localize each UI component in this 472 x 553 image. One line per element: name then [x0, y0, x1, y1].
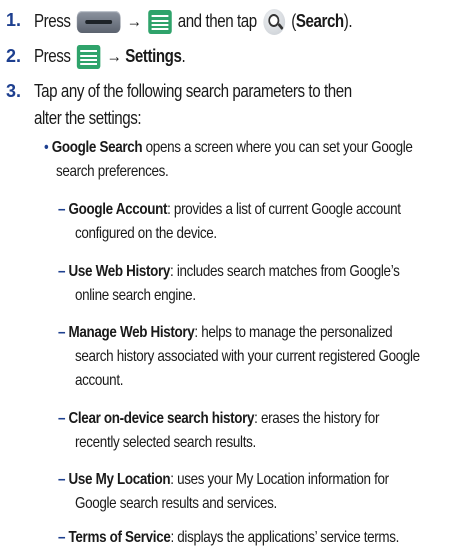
list-item-clear-history: – Clear on-device search history: erases… — [58, 409, 379, 429]
item-line-2: recently selected search results. — [75, 434, 256, 451]
item-term: Use Web History — [68, 263, 171, 280]
item-line-3: account. — [75, 372, 124, 389]
item-term: Google Account — [68, 201, 168, 218]
bullet-google-search: • Google Search opens a screen where you… — [44, 138, 413, 158]
arrow-text: → — [126, 10, 142, 31]
step-number: 1. — [6, 10, 22, 30]
item-text: : includes search matches from Google’s — [170, 263, 400, 280]
menu-key-icon — [147, 10, 172, 34]
home-key-icon — [76, 11, 121, 33]
instructions-page: 1. Press → and then tap (Search). 2. Pre… — [0, 0, 472, 553]
item-text: : displays the applications’ service ter… — [170, 529, 400, 546]
bullet-text: opens a screen where you can set your Go… — [145, 139, 413, 156]
list-item-use-web-history: – Use Web History: includes search match… — [58, 262, 400, 282]
item-term: Clear on-device search history — [68, 410, 255, 427]
search-label: Search — [295, 10, 344, 31]
dash: – — [58, 324, 66, 341]
item-line-2: online search engine. — [75, 287, 196, 304]
step-3-line-1: Tap any of the following search paramete… — [34, 81, 352, 101]
settings-label: Settings — [125, 46, 182, 66]
step-number: 3. — [6, 81, 22, 101]
press-text: Press — [34, 46, 71, 66]
item-text: : provides a list of current Google acco… — [167, 201, 401, 218]
dash: – — [58, 201, 66, 218]
paren-close: ). — [343, 10, 353, 31]
step-number: 2. — [6, 46, 22, 66]
list-item-use-my-location: – Use My Location: uses your My Location… — [58, 470, 389, 490]
press-text: Press — [34, 10, 71, 31]
step-1: Press → and then tap (Search). — [34, 9, 353, 35]
item-text: : helps to manage the personalized — [194, 324, 393, 341]
list-item-manage-web-history: – Manage Web History: helps to manage th… — [58, 323, 393, 343]
item-text: : erases the history for — [254, 410, 380, 427]
item-line-2: configured on the device. — [75, 225, 217, 242]
list-item-terms-of-service: – Terms of Service: displays the applica… — [58, 528, 399, 548]
item-term: Manage Web History — [68, 324, 195, 341]
dash: – — [58, 263, 66, 280]
list-item-google-account: – Google Account: provides a list of cur… — [58, 200, 401, 220]
arrow-text: → — [106, 46, 122, 66]
item-term: Terms of Service — [68, 529, 171, 546]
bullet-term: Google Search — [51, 139, 143, 156]
dash: – — [58, 471, 66, 488]
menu-key-icon — [76, 45, 101, 70]
search-icon — [263, 9, 285, 35]
bullet-line-2: search preferences. — [56, 163, 169, 180]
and-then-tap-text: and then tap — [177, 10, 257, 31]
item-line-2: search history associated with your curr… — [75, 348, 420, 365]
dash: – — [58, 529, 66, 546]
step-3-line-2: alter the settings: — [34, 108, 142, 128]
item-text: : uses your My Location information for — [170, 471, 389, 488]
bullet-marker: • — [44, 139, 49, 156]
period: . — [181, 46, 186, 66]
item-line-2: Google search results and services. — [75, 495, 277, 512]
step-2: Press → Settings. — [34, 45, 186, 70]
dash: – — [58, 410, 66, 427]
item-term: Use My Location — [68, 471, 171, 488]
